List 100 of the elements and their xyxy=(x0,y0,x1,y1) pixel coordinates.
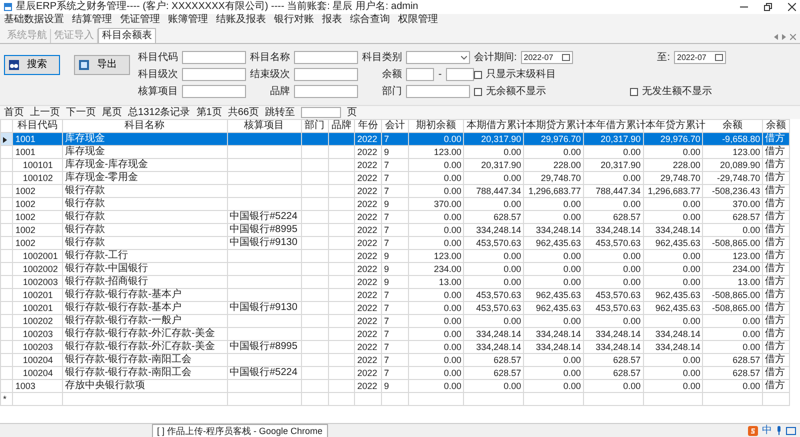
table-cell: 0.00 xyxy=(444,316,462,326)
menu-item[interactable]: 银行对账 xyxy=(274,14,314,28)
table-row[interactable]: 1002 银行存款 中国银行#9130 2022 7 0.00 453,570.63 962,435.63 453,570.63 962,435.63 -508,865.00 借方 xyxy=(0,236,790,250)
pager-link[interactable]: 首页 xyxy=(4,106,24,118)
table-cell: 628.57 xyxy=(613,355,641,365)
menu-item[interactable]: 结账及报表 xyxy=(216,14,266,28)
menu-item[interactable]: 综合查询 xyxy=(350,14,390,28)
tab[interactable]: 科目余额表 xyxy=(98,28,156,43)
close-tab-icon[interactable] xyxy=(790,34,796,40)
table-row[interactable]: 100203 银行存款-银行存款-外汇存款-美金 中国银行#8995 2022 7 0.00 334,248.14 334,248.14 334,248.14 334,248.14 0.00 借方 xyxy=(0,340,790,354)
table-row[interactable]: 100203 银行存款-银行存款-外汇存款-美金 2022 7 0.00 334,248.14 334,248.14 334,248.14 334,248.14 0.00 借方 xyxy=(0,328,790,340)
table-cell: 2022 xyxy=(357,381,378,391)
input-field[interactable] xyxy=(294,51,358,64)
table-row[interactable]: 100102 库存现金-零用金 2022 7 0.00 0.00 29,748.70 0.00 29,748.70 -29,748.70 借方 xyxy=(0,172,790,184)
scroll-right-icon[interactable] xyxy=(782,34,786,40)
table-cell: 788,447.34 xyxy=(476,186,522,196)
pager-label: 跳转至 xyxy=(264,106,295,118)
input-field[interactable] xyxy=(446,68,474,81)
table-row[interactable]: 1001 库存现金 2022 7 0.00 20,317.90 29,976.70 20,317.90 29,976.70 -9,658.80 借方 xyxy=(0,132,790,146)
table-row[interactable]: 100201 银行存款-银行存款-基本户 中国银行#9130 2022 7 0.00 453,570.63 962,435.63 453,570.63 962,435.63 -508,865.00 借方 xyxy=(0,302,790,314)
scroll-left-icon[interactable] xyxy=(774,34,778,40)
column-header[interactable]: 部门 xyxy=(301,120,328,132)
export-button[interactable]: 导出 xyxy=(74,55,130,75)
table-cell: 2022 xyxy=(357,186,378,196)
keyboard-icon[interactable] xyxy=(786,426,796,434)
input-field[interactable] xyxy=(294,85,358,98)
column-header[interactable]: 年份 xyxy=(354,120,382,132)
field-label: 至: xyxy=(656,52,670,64)
field-label: 科目类别 xyxy=(362,52,402,64)
table-cell: 借方 xyxy=(765,172,786,183)
table-cell: 0.00 xyxy=(682,212,700,222)
column-header[interactable]: 本期借方累计 xyxy=(464,120,524,132)
table-cell: 借方 xyxy=(765,146,786,157)
table-cell: 9 xyxy=(384,264,390,274)
menu-item[interactable]: 凭证管理 xyxy=(120,14,160,28)
column-header[interactable]: 核算项目 xyxy=(227,120,302,132)
table-row[interactable]: 1002 银行存款 中国银行#5224 2022 7 0.00 628.57 0.00 628.57 0.00 628.57 借方 xyxy=(0,210,790,224)
input-field[interactable] xyxy=(182,85,246,98)
column-header[interactable]: 余额 xyxy=(762,120,790,132)
table-row[interactable]: 100204 银行存款-银行存款-南阳工会 2022 7 0.00 628.57 0.00 628.57 0.00 628.57 借方 xyxy=(0,354,790,366)
input-field[interactable] xyxy=(294,68,358,81)
column-header[interactable]: 会计 xyxy=(382,120,408,132)
column-header[interactable]: 本期贷方累计 xyxy=(524,120,584,132)
restore-icon[interactable] xyxy=(764,3,772,11)
column-header[interactable]: 科目名称 xyxy=(62,120,228,132)
input-field[interactable] xyxy=(182,51,246,64)
input-field[interactable] xyxy=(406,85,470,98)
table-row[interactable]: 100202 银行存款-银行存款-一般户 2022 7 0.00 0.00 0.00 0.00 0.00 0.00 借方 xyxy=(0,314,790,328)
table-cell: 银行存款-银行存款-南阳工会 xyxy=(64,367,192,378)
checkbox[interactable] xyxy=(630,88,638,96)
column-header[interactable]: 期初余额 xyxy=(408,120,464,132)
table-cell: 借方 xyxy=(765,185,786,196)
select-field[interactable] xyxy=(406,51,470,64)
menu-item[interactable]: 结算管理 xyxy=(72,14,112,28)
table-row[interactable]: 1003 存放中央银行款项 2022 9 0.00 0.00 0.00 0.00 0.00 0.00 借方 xyxy=(0,380,790,392)
column-header[interactable]: 本年借方累计 xyxy=(583,120,644,132)
pager-link[interactable]: 上一页 xyxy=(30,106,60,118)
table-row[interactable]: 1002 银行存款 2022 7 0.00 788,447.34 1,296,683.77 788,447.34 1,296,683.77 -508,236.43 借方 xyxy=(0,184,790,198)
menu-item[interactable]: 账簿管理 xyxy=(168,14,208,28)
microphone-icon[interactable] xyxy=(776,426,782,435)
column-header[interactable]: 科目代码 xyxy=(12,120,62,132)
table-cell: 2022 xyxy=(357,173,378,183)
column-header[interactable]: 余额 xyxy=(702,120,763,132)
column-header[interactable]: 本年贷方累计 xyxy=(643,120,703,132)
checkbox[interactable] xyxy=(474,88,482,96)
table-cell: -9,658.80 xyxy=(722,134,760,144)
table-row[interactable]: 1002001 银行存款-工行 2022 9 123.00 0.00 0.00 0.00 0.00 123.00 借方 xyxy=(0,250,790,262)
table-cell: 628.57 xyxy=(732,212,760,222)
input-field[interactable] xyxy=(406,68,434,81)
taskbar-item[interactable]: [ ] 作品上传-程序员客栈 - Google Chrome xyxy=(152,424,328,437)
close-icon[interactable] xyxy=(788,3,796,11)
table-row[interactable]: 1002002 银行存款-中国银行 2022 9 234.00 0.00 0.00 0.00 0.00 234.00 借方 xyxy=(0,262,790,276)
table-row[interactable]: 100204 银行存款-银行存款-南阳工会 中国银行#5224 2022 7 0.00 628.57 0.00 628.57 0.00 628.57 借方 xyxy=(0,366,790,380)
checkbox[interactable] xyxy=(474,70,482,78)
ime-logo-icon[interactable] xyxy=(748,426,758,436)
table-row[interactable]: 100201 银行存款-银行存款-基本户 2022 7 0.00 453,570.63 962,435.63 453,570.63 962,435.63 -508,865.00 借方 xyxy=(0,288,790,302)
menu-item[interactable]: 报表 xyxy=(322,14,342,28)
table-row[interactable]: 1002 银行存款 中国银行#8995 2022 7 0.00 334,248.14 334,248.14 334,248.14 334,248.14 0.00 借方 xyxy=(0,224,790,236)
table-row[interactable]: 1002 银行存款 2022 9 370.00 0.00 0.00 0.00 0.00 370.00 借方 xyxy=(0,198,790,210)
input-field[interactable] xyxy=(182,68,246,81)
date-field[interactable]: 2022-07 xyxy=(674,51,726,64)
pager-link[interactable]: 尾页 xyxy=(102,106,122,118)
table-cell: 银行存款-工行 xyxy=(64,250,128,261)
table-cell: 123.00 xyxy=(434,147,462,157)
table-row[interactable]: 100101 库存现金-库存现金 2022 7 0.00 20,317.90 228.00 20,317.90 228.00 20,089.90 借方 xyxy=(0,158,790,172)
pager-link[interactable]: 下一页 xyxy=(66,106,96,118)
page-input[interactable] xyxy=(300,107,341,118)
table-cell: 0.00 xyxy=(682,381,700,391)
ime-indicator[interactable]: 中 xyxy=(762,424,772,436)
table-cell: 0.00 xyxy=(623,251,641,261)
table-cell: 借方 xyxy=(765,302,786,313)
table-row[interactable]: 1001 库存现金 2022 9 123.00 0.00 0.00 0.00 0.00 123.00 借方 xyxy=(0,146,790,158)
table-cell: 借方 xyxy=(765,237,786,248)
search-button[interactable]: 搜索 xyxy=(4,55,60,75)
column-header[interactable]: 品牌 xyxy=(328,120,355,132)
date-field[interactable]: 2022-07 xyxy=(520,51,573,64)
field-label: 余额 xyxy=(381,68,402,80)
table-row[interactable]: 1002003 银行存款-招商银行 2022 9 13.00 0.00 0.00 0.00 0.00 13.00 借方 xyxy=(0,276,790,288)
menu-item[interactable]: 基础数据设置 xyxy=(4,14,64,28)
menu-item[interactable]: 权限管理 xyxy=(398,14,438,28)
